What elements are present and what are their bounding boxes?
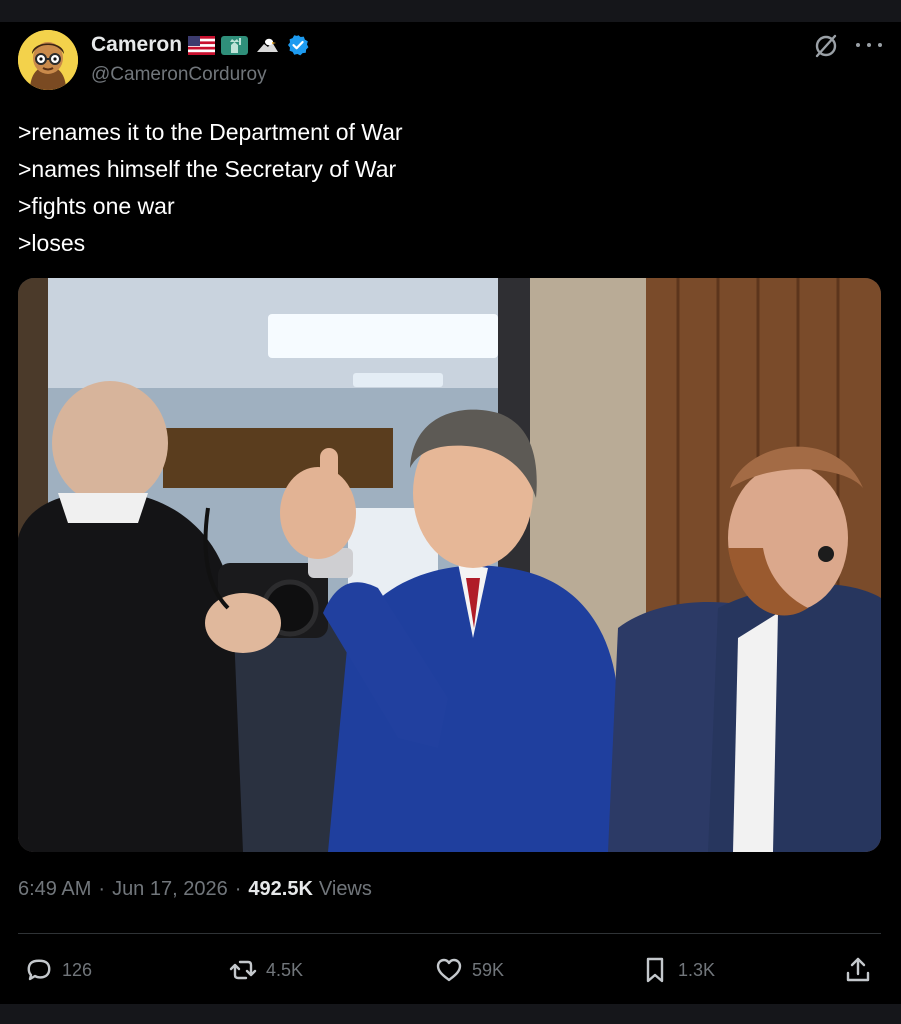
post-text-line: >loses (18, 230, 86, 256)
eagle-icon (254, 36, 281, 55)
divider (18, 933, 881, 934)
action-bar: 126 4.5K 59K 1.3K (0, 950, 901, 990)
meta-separator: · (234, 878, 242, 900)
author-handle[interactable]: @CameronCorduroy (91, 64, 267, 86)
bookmark-button[interactable]: 1.3K (640, 950, 715, 990)
bottom-bar (0, 1004, 901, 1024)
share-icon (846, 957, 870, 982)
top-bar (0, 0, 901, 22)
like-count: 59K (472, 959, 505, 980)
heart-icon (436, 958, 462, 982)
us-flag-icon (188, 35, 216, 55)
reply-count: 126 (62, 959, 93, 980)
share-button[interactable] (843, 950, 873, 990)
bookmark-icon (646, 957, 664, 983)
author-avatar[interactable] (18, 30, 78, 90)
views-count: 492.5K (248, 878, 313, 900)
post-meta: 6:49 AM · Jun 17, 2026 · 492.5K Views (18, 878, 372, 901)
repost-button[interactable]: 4.5K (228, 950, 303, 990)
meta-separator: · (98, 878, 106, 900)
post-time[interactable]: 6:49 AM (18, 878, 91, 901)
post-photo[interactable] (18, 278, 881, 852)
bookmark-count: 1.3K (678, 959, 716, 980)
views-label: Views (318, 878, 372, 900)
post-text: >renames it to the Department of War >na… (18, 114, 878, 262)
reply-icon (27, 959, 51, 981)
verified-badge-icon (287, 34, 309, 56)
post-text-line: >renames it to the Department of War (18, 119, 403, 145)
more-options-icon[interactable] (856, 36, 882, 54)
post-text-line: >fights one war (18, 193, 175, 219)
reply-button[interactable]: 126 (24, 950, 92, 990)
repost-count: 4.5K (266, 959, 304, 980)
author-name-row: Cameron (91, 33, 309, 57)
like-button[interactable]: 59K (434, 950, 504, 990)
repost-icon (229, 960, 257, 980)
grok-icon[interactable] (812, 32, 840, 60)
post-text-line: >names himself the Secretary of War (18, 156, 397, 182)
post-date[interactable]: Jun 17, 2026 (112, 878, 228, 901)
statue-of-liberty-icon (221, 35, 249, 55)
author-display-name[interactable]: Cameron (91, 33, 182, 57)
